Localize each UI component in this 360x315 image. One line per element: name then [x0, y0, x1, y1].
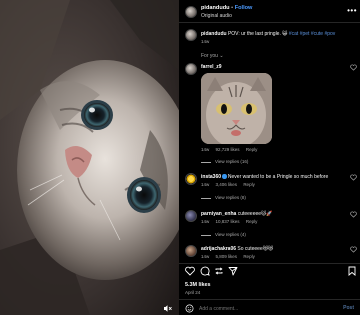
commenter-username[interactable]: insta360 [201, 174, 221, 180]
comment-item: parniyan_enha cuteeeeee🐱🚀 14w 10,837 lik… [185, 210, 357, 240]
cat-face-gif-image [201, 73, 272, 144]
comment-item: farrel_z9 14w 92,729 likes Reply View re… [185, 63, 357, 167]
cat-photo [0, 0, 179, 315]
view-replies-button[interactable]: View replies (16) [201, 159, 248, 164]
caption-text: POV: ur the last pringle. [227, 31, 281, 37]
comment-likes[interactable]: 92,729 likes [216, 147, 240, 152]
emoji-smiley-icon[interactable] [185, 304, 194, 313]
follow-button[interactable]: Follow [235, 5, 253, 11]
heart-icon[interactable] [350, 246, 357, 253]
comment-likes[interactable]: 3,406 likes [216, 182, 238, 187]
comment-text: So cuteeee😻😻 [237, 246, 274, 252]
comment-time: 14w [201, 147, 210, 152]
view-replies-button[interactable]: View replies (8) [201, 195, 246, 200]
caption-author-avatar[interactable] [185, 29, 197, 41]
audio-label[interactable]: Original audio [201, 13, 232, 19]
commenter-avatar[interactable] [185, 173, 197, 185]
separator-dot: • [231, 5, 234, 11]
caption-time: 14w [201, 39, 210, 44]
comments-scroll-area[interactable]: pidandudu POV: ur the last pringle. 😺 #c… [179, 23, 360, 263]
caption-username[interactable]: pidandudu [201, 31, 227, 37]
comments-panel: pidandudu • Follow Original audio ••• pi… [179, 0, 360, 315]
comment-text: cuteeeeee🐱🚀 [237, 211, 273, 217]
comment-item: adrijachakra06 So cuteeee😻😻 14w 5,809 li… [185, 245, 357, 263]
commenter-username[interactable]: parniyan_enha [201, 211, 236, 217]
commenter-username[interactable]: adrijachakra06 [201, 246, 236, 252]
post-viewer: pidandudu • Follow Original audio ••• pi… [0, 0, 360, 315]
comment-gif[interactable] [201, 73, 272, 144]
post-date: April 24 [185, 290, 201, 295]
comment-time: 14w [201, 182, 210, 187]
speaker-muted-icon [164, 305, 172, 312]
comment-item: insta360 Never wanted to be a Pringle so… [185, 173, 357, 203]
actions-divider [179, 263, 360, 264]
post-comment-button[interactable]: Post [343, 305, 354, 311]
comment-time: 14w [201, 254, 210, 259]
reply-button[interactable]: Reply [243, 182, 255, 187]
commenter-avatar[interactable] [185, 210, 197, 222]
caption-emoji: 😺 [282, 31, 288, 37]
commenter-username[interactable]: farrel_z9 [201, 64, 222, 70]
like-heart-icon[interactable] [185, 266, 195, 276]
post-video[interactable] [0, 0, 179, 315]
share-send-icon[interactable] [228, 266, 238, 276]
post-actions [185, 266, 357, 278]
comment-text: Never wanted to be a Pringle so much bef… [227, 174, 329, 180]
heart-icon[interactable] [350, 211, 357, 218]
repost-icon[interactable] [214, 266, 224, 276]
reply-button[interactable]: Reply [246, 219, 258, 224]
verified-badge-icon [222, 174, 227, 179]
caption-hashtags[interactable]: #cat #pet #cute #pov [289, 31, 335, 37]
comment-bubble-icon[interactable] [200, 266, 210, 276]
commenter-avatar[interactable] [185, 245, 197, 257]
comment-box-divider [179, 299, 360, 300]
reply-button[interactable]: Reply [246, 147, 258, 152]
post-header: pidandudu • Follow Original audio ••• [185, 2, 357, 22]
view-replies-button[interactable]: View replies (4) [201, 232, 246, 237]
mute-toggle-button[interactable] [164, 305, 174, 313]
bookmark-icon[interactable] [347, 266, 357, 276]
comment-likes[interactable]: 5,809 likes [216, 254, 238, 259]
heart-icon[interactable] [350, 64, 357, 71]
chevron-down-icon: ⌄ [219, 53, 224, 59]
comment-time: 14w [201, 219, 210, 224]
reply-button[interactable]: Reply [243, 254, 255, 259]
author-avatar[interactable] [185, 6, 197, 18]
add-comment-bar: Post [179, 302, 360, 315]
more-options-icon[interactable]: ••• [347, 7, 357, 15]
heart-icon[interactable] [350, 174, 357, 181]
comment-likes[interactable]: 10,837 likes [216, 219, 240, 224]
author-username[interactable]: pidandudu [201, 5, 230, 11]
for-you-label[interactable]: For you ⌄ [201, 53, 224, 59]
add-comment-input[interactable] [199, 305, 329, 313]
commenter-avatar[interactable] [185, 63, 197, 75]
post-likes-count[interactable]: 5.3M likes [185, 282, 210, 288]
